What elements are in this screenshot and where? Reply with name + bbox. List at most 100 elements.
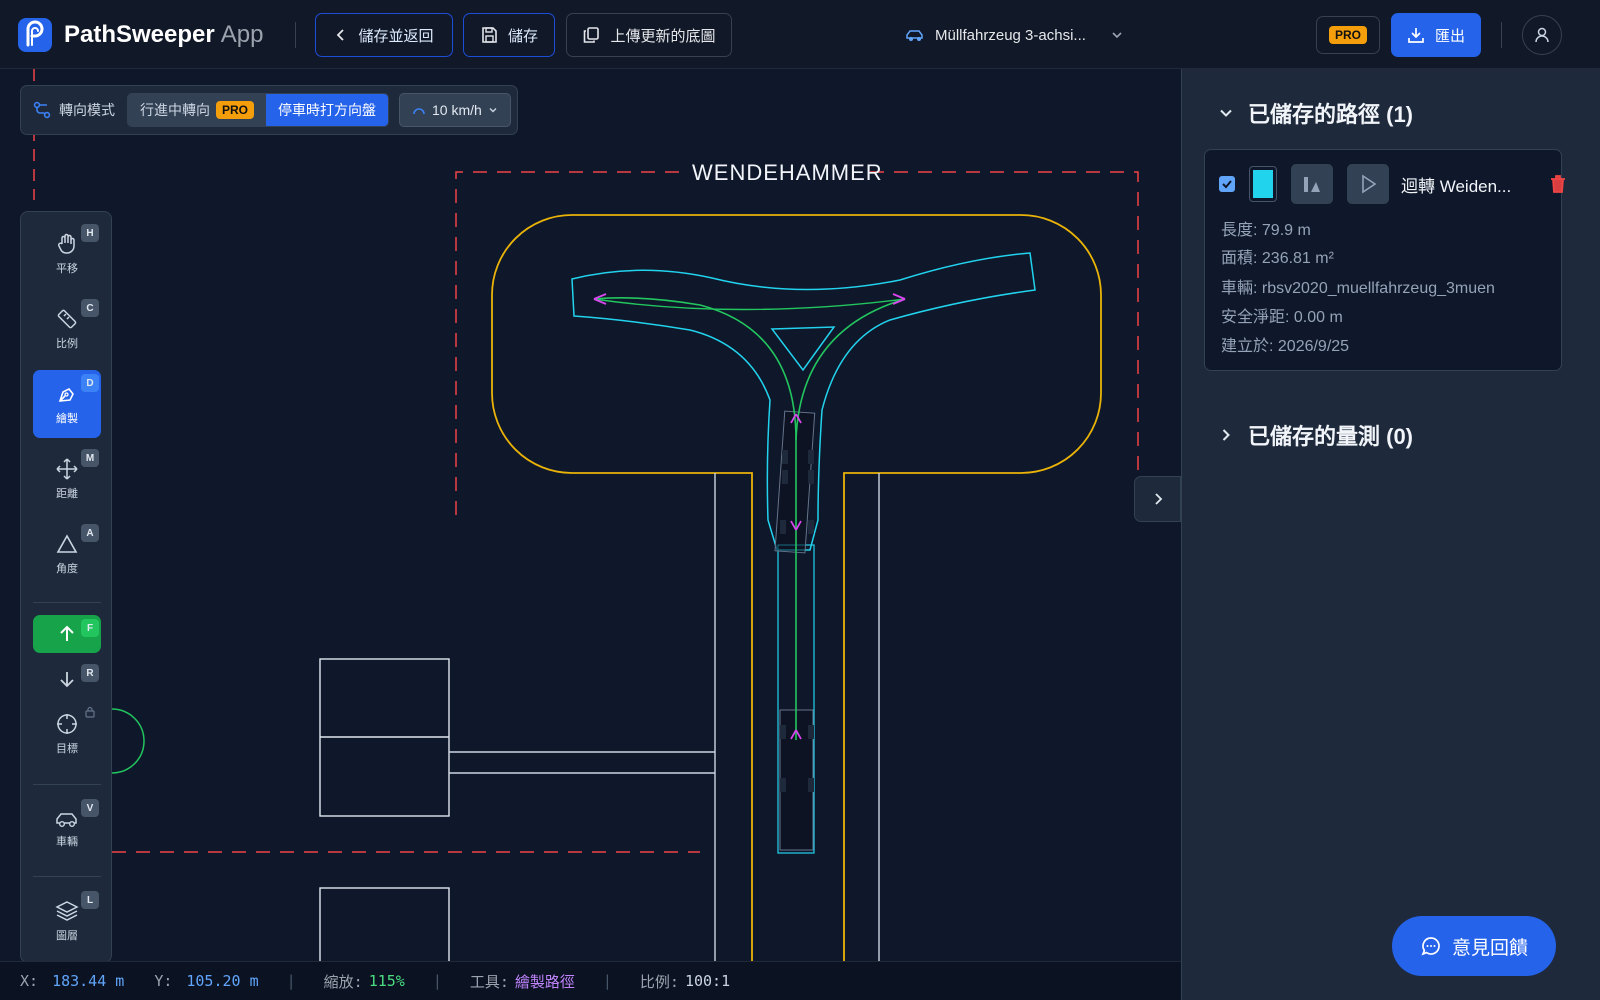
speed-value: 10 km/h	[432, 102, 482, 118]
route-name[interactable]: 迴轉 Weiden...	[1401, 172, 1533, 197]
toolbar-divider	[33, 602, 101, 603]
user-icon	[1535, 27, 1549, 43]
zoom-label: 縮放:	[323, 972, 363, 991]
route-clearance: 安全淨距: 0.00 m	[1221, 309, 1343, 326]
tool-forward[interactable]: F	[33, 615, 101, 653]
speed-select[interactable]: 10 km/h	[399, 93, 511, 127]
tool-draw[interactable]: D 繪製	[33, 370, 101, 438]
x-coord-label: X:	[20, 972, 39, 990]
route-color-swatch[interactable]	[1249, 166, 1277, 202]
pro-badge: PRO	[1328, 26, 1367, 44]
status-bar: X: 183.44 m Y: 105.20 m | 縮放: 115% | 工具:…	[0, 961, 1181, 1000]
tool-angle[interactable]: A 角度	[33, 520, 101, 588]
check-icon	[1222, 180, 1232, 189]
feedback-label: 意見回饋	[1451, 937, 1528, 959]
saved-measurements-header[interactable]: 已儲存的量測 (0)	[1218, 419, 1413, 451]
shortcut-key: C	[81, 299, 99, 317]
tool-label: 車輛	[56, 836, 78, 848]
pro-button[interactable]: PRO	[1316, 16, 1380, 54]
app-name: PathSweeper	[64, 21, 215, 48]
vehicle-select[interactable]: Müllfahrzeug 3-achsi...	[905, 18, 1145, 52]
copy-icon	[584, 27, 600, 43]
drawing-label: WENDEHAMMER	[692, 160, 883, 185]
chevron-down-icon	[489, 108, 497, 113]
toolbar-divider	[33, 784, 101, 785]
status-divider: |	[602, 972, 612, 990]
shortcut-key: F	[81, 619, 99, 637]
save-button[interactable]: 儲存	[463, 13, 555, 57]
arrow-down-icon	[60, 672, 74, 688]
tool-label: 目標	[56, 743, 78, 755]
tool-scale[interactable]: C 比例	[33, 295, 101, 363]
active-tool-value: 繪製路徑	[514, 972, 575, 991]
save-and-back-label: 儲存並返回	[358, 27, 434, 45]
tool-layers[interactable]: L 圖層	[33, 887, 101, 955]
route-visibility-checkbox[interactable]	[1219, 176, 1235, 192]
shortcut-key: D	[81, 374, 99, 392]
collapse-panel-button[interactable]	[1134, 476, 1181, 522]
route-length: 長度: 79.9 m	[1221, 222, 1311, 239]
upload-basemap-button[interactable]: 上傳更新的底圖	[566, 13, 732, 57]
triangle-icon	[56, 534, 78, 553]
header-divider	[1501, 22, 1502, 48]
route-play-button[interactable]	[1347, 164, 1389, 204]
steer-while-moving-option[interactable]: 行進中轉向 PRO	[128, 94, 267, 126]
site-plan-drawing[interactable]	[0, 69, 1181, 961]
route-card: 迴轉 Weiden... 長度: 79.9 m 面積: 236.81 m² 車輛…	[1204, 149, 1565, 371]
scale-label: 比例:	[639, 972, 679, 991]
crosshair-icon	[57, 714, 77, 734]
shortcut-key: L	[81, 891, 99, 909]
saved-routes-header[interactable]: 已儲存的路徑 (1)	[1218, 97, 1413, 129]
chevron-down-icon	[1220, 109, 1232, 117]
steering-mode-bar: 轉向模式 行進中轉向 PRO 停車時打方向盤 10 km/h	[20, 85, 518, 135]
tool-label: 比例	[56, 338, 78, 350]
app-logo-icon	[18, 18, 52, 52]
upload-basemap-label: 上傳更新的底圖	[610, 27, 716, 45]
brand[interactable]: PathSweeper App	[18, 18, 263, 52]
shortcut-key: H	[81, 224, 99, 242]
ruler-icon	[57, 309, 77, 329]
steering-mode-toggle: 行進中轉向 PRO 停車時打方向盤	[127, 93, 390, 127]
tool-palette: H 平移 C 比例 D 繪製 M 距離 A 角度 F R 目標 V 車輛 L 圖…	[20, 211, 112, 963]
save-and-back-button[interactable]: 儲存並返回	[315, 13, 453, 57]
steer-at-standstill-option[interactable]: 停車時打方向盤	[266, 94, 389, 126]
save-label: 儲存	[507, 27, 538, 45]
hand-icon	[57, 233, 75, 254]
header-divider	[295, 22, 296, 48]
export-label: 匯出	[1434, 27, 1465, 45]
user-avatar-button[interactable]	[1522, 15, 1562, 55]
pen-icon	[58, 387, 74, 402]
active-tool-label: 工具:	[469, 972, 509, 991]
chevron-right-icon	[1222, 429, 1230, 441]
lock-icon	[85, 706, 95, 718]
car-icon	[56, 813, 77, 827]
y-coord-label: Y:	[154, 972, 173, 990]
export-button[interactable]: 匯出	[1391, 13, 1481, 57]
zoom-value: 115%	[368, 972, 405, 990]
shortcut-key: M	[81, 449, 99, 467]
chevron-right-icon	[1154, 493, 1162, 505]
route-card-header: 迴轉 Weiden...	[1219, 164, 1567, 204]
drawing-canvas[interactable]: WENDEHAMMER	[0, 69, 1181, 961]
tool-label: 平移	[56, 263, 78, 275]
toolbar-divider	[33, 876, 101, 877]
route-analysis-button[interactable]	[1291, 164, 1333, 204]
route-settings-icon	[33, 101, 51, 119]
tool-vehicle[interactable]: V 車輛	[33, 795, 101, 863]
tool-label: 角度	[56, 563, 78, 575]
tool-pan[interactable]: H 平移	[33, 220, 101, 288]
car-icon	[906, 30, 923, 41]
tool-target[interactable]: 目標	[33, 700, 101, 768]
steering-mode-label: 轉向模式	[59, 102, 115, 118]
move-icon	[56, 458, 78, 480]
trash-icon[interactable]	[1549, 174, 1567, 194]
tool-distance[interactable]: M 距離	[33, 445, 101, 513]
tool-label: 距離	[56, 488, 78, 500]
scale-value: 100:1	[684, 972, 731, 990]
tool-reverse[interactable]: R	[33, 660, 101, 698]
feedback-button[interactable]: 意見回饋	[1392, 916, 1556, 976]
saved-measurements-title: 已儲存的量測 (0)	[1248, 424, 1414, 449]
arrow-up-icon	[60, 625, 74, 641]
route-color-fill	[1253, 170, 1273, 198]
chart-icon	[1304, 177, 1320, 192]
